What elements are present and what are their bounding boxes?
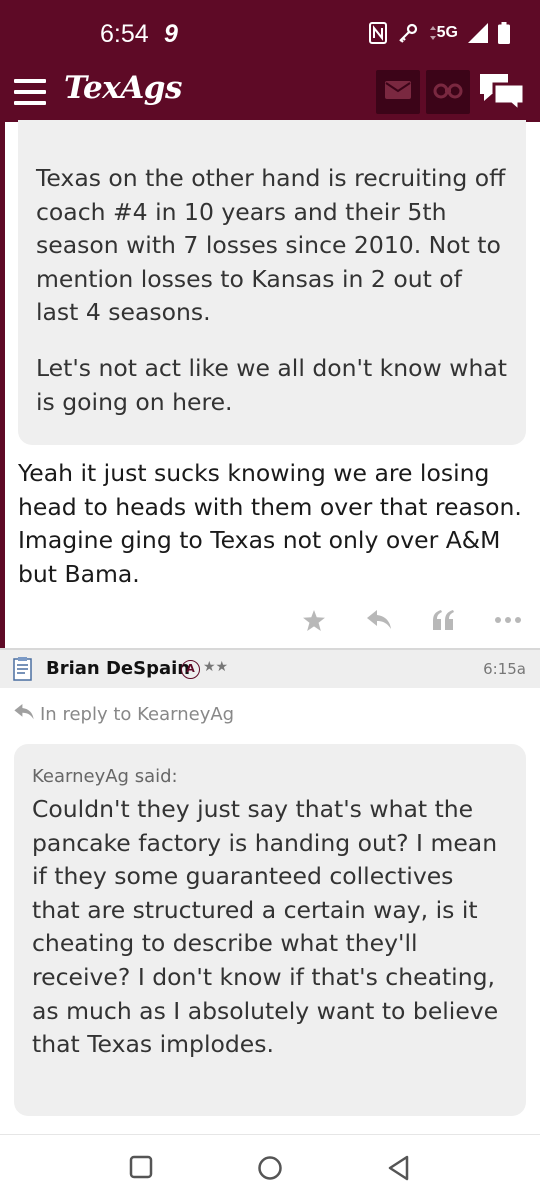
quote-attribution[interactable]: KearneyAg said:: [32, 766, 508, 787]
post-actions: [296, 604, 526, 636]
quote-text: Couldn't they just say that's what the p…: [32, 795, 499, 1059]
recent-apps-button[interactable]: [129, 1155, 153, 1183]
app-bar: TexAgs: [0, 64, 540, 122]
menu-icon[interactable]: [14, 79, 46, 105]
user-stars: ★★: [203, 659, 229, 675]
quote-paragraph: Let's not act like we all don't know wha…: [36, 353, 507, 416]
post-accent-bar: [0, 122, 5, 648]
star-icon[interactable]: [296, 604, 332, 636]
post-timestamp: 6:15a: [483, 660, 526, 678]
quote-block: Texas on the other hand is recruiting of…: [18, 120, 526, 445]
key-icon: [397, 22, 419, 44]
post-header: Brian DeSpain A ★★ 6:15a: [0, 650, 540, 688]
nfc-icon: [368, 22, 387, 44]
status-time: 6:54: [100, 20, 149, 48]
document-icon: [12, 656, 34, 686]
user-badge: A: [181, 660, 200, 679]
reply-icon[interactable]: [361, 604, 397, 636]
chat-icon[interactable]: [478, 72, 526, 116]
texags-logo[interactable]: TexAgs: [64, 70, 182, 106]
signal-icon: [468, 23, 488, 43]
post-body: Yeah it just sucks knowing we are losing…: [18, 459, 522, 588]
author-name[interactable]: Brian DeSpain: [46, 658, 190, 679]
quote-block: KearneyAg said: Couldn't they just say t…: [14, 744, 526, 1116]
quote-icon[interactable]: [425, 604, 461, 636]
quote-paragraph: Texas on the other hand is recruiting of…: [36, 164, 506, 327]
binoculars-icon: [433, 81, 463, 103]
mail-button[interactable]: [376, 70, 420, 114]
watch-button[interactable]: [426, 70, 470, 114]
network-type: 5G: [429, 24, 458, 42]
status-icons: 5G: [368, 22, 510, 44]
battery-icon: [498, 22, 510, 44]
system-nav-bar: [0, 1134, 540, 1200]
more-icon[interactable]: [490, 604, 526, 636]
status-bar: 6:54 9 5G: [0, 0, 540, 64]
mail-icon: [385, 81, 411, 103]
notification-indicator: 9: [164, 20, 178, 48]
back-button[interactable]: [387, 1155, 411, 1185]
reply-arrow-icon: [14, 704, 34, 725]
home-button[interactable]: [257, 1155, 283, 1185]
reply-to-link[interactable]: In reply to KearneyAg: [14, 704, 234, 725]
reply-to-text: In reply to KearneyAg: [40, 704, 235, 725]
